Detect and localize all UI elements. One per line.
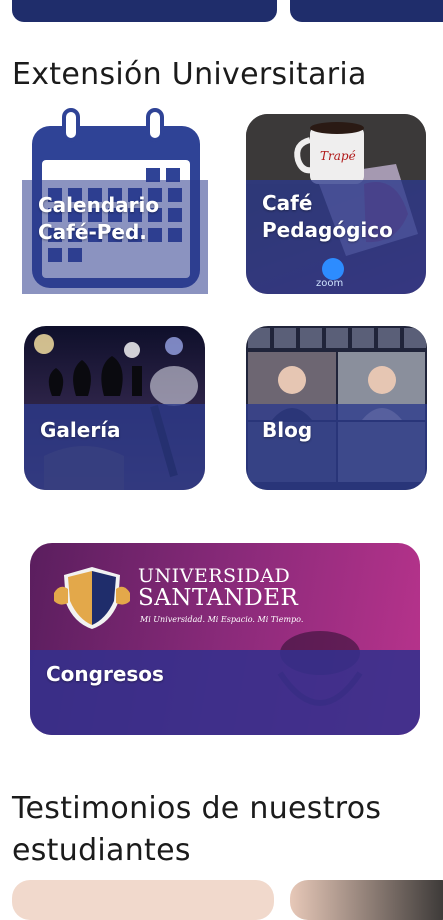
svg-text:Trapé: Trapé (320, 149, 356, 163)
university-crest-icon (54, 567, 130, 629)
zoom-badge-label: zoom (316, 278, 344, 289)
testimonial-card-2[interactable] (290, 880, 443, 920)
university-logo-line2: SANTANDER (138, 585, 299, 611)
blog-label: Blog (262, 418, 313, 442)
university-logo-line1: UNIVERSIDAD (138, 565, 291, 587)
calendario-label: Calendario Café-Ped. (38, 193, 160, 244)
section-title-extension: Extensión Universitaria (12, 57, 367, 92)
top-card-left[interactable] (12, 0, 277, 22)
testimonial-card-1[interactable] (12, 880, 274, 920)
tile-galeria[interactable]: Galería (24, 326, 205, 490)
tile-cafe-pedagogico[interactable]: Trapé Café Pedagógico zoom (246, 114, 426, 294)
tile-calendario[interactable]: Calendario Café-Ped. (22, 108, 208, 294)
cafe-label: Café Pedagógico (262, 191, 393, 242)
galeria-label: Galería (40, 418, 121, 442)
tile-blog[interactable]: Blog (246, 326, 427, 490)
congresos-label: Congresos (46, 662, 164, 686)
tile-congresos[interactable]: UNIVERSIDAD SANTANDER Mi Universidad. Mi… (30, 543, 420, 735)
section-title-testimonials: Testimonios de nuestros estudiantes (12, 791, 382, 868)
top-card-right[interactable] (290, 0, 443, 22)
zoom-icon (322, 258, 344, 280)
